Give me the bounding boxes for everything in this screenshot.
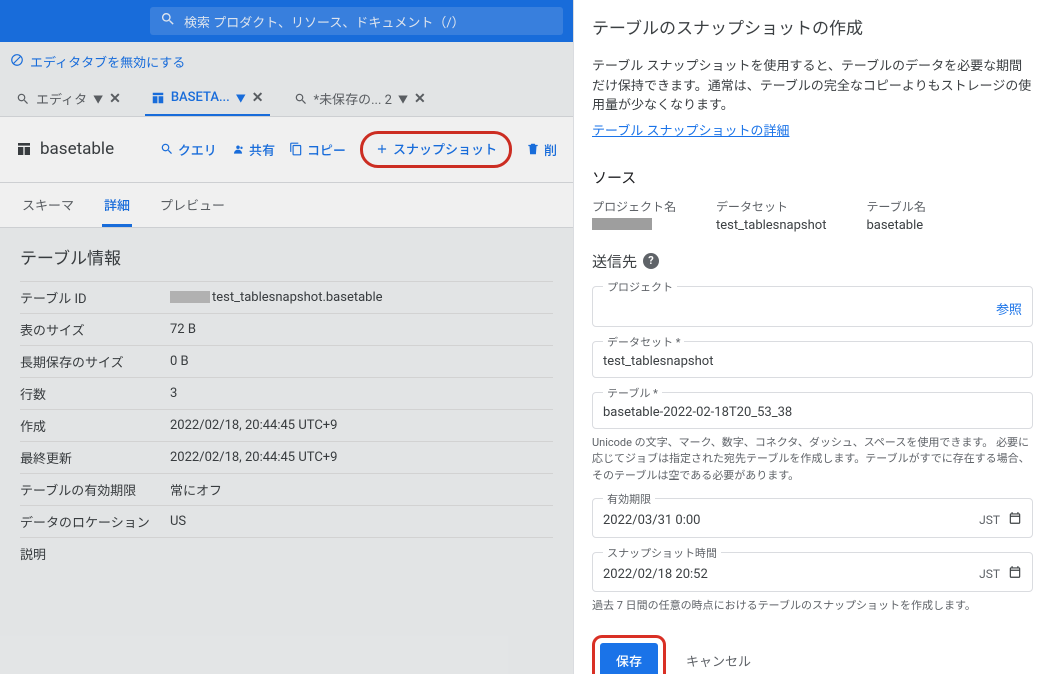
- snapshot-icon: [375, 142, 389, 156]
- table-icon: [151, 91, 165, 105]
- expiration-field[interactable]: 有効期限 2022/03/31 0:00 JST: [592, 498, 1033, 538]
- field-label: テーブル *: [603, 385, 662, 401]
- delete-button[interactable]: 削: [526, 140, 557, 159]
- tab-unsaved[interactable]: *未保存の... 2 ▼ ✕: [288, 81, 432, 116]
- snaptime-helper: 過去 7 日間の任意の時点におけるテーブルのスナップショットを作成します。: [592, 598, 1033, 615]
- subtab-preview[interactable]: プレビュー: [158, 183, 227, 227]
- tz-label: JST: [979, 513, 1000, 527]
- query-button[interactable]: クエリ: [160, 140, 217, 159]
- table-row: 作成2022/02/18, 20:44:45 UTC+9: [20, 409, 553, 441]
- highlight-snapshot: スナップショット: [360, 131, 512, 168]
- redacted: [170, 291, 210, 303]
- redacted: [592, 218, 652, 230]
- table-row: 行数3: [20, 377, 553, 409]
- table-header: basetable クエリ 共有 コピー スナップショット 削: [0, 117, 573, 183]
- table-row: データのロケーションUS: [20, 505, 553, 537]
- field-label: 有効期限: [603, 491, 655, 507]
- cancel-button[interactable]: キャンセル: [686, 651, 751, 670]
- dest-heading: 送信先 ?: [592, 251, 1033, 272]
- table-field[interactable]: テーブル * basetable-2022-02-18T20_53_38: [592, 392, 1033, 429]
- table-value: basetable-2022-02-18T20_53_38: [603, 405, 1022, 420]
- delete-icon: [526, 142, 540, 156]
- search-small-icon: [16, 92, 30, 106]
- calendar-icon[interactable]: [1008, 565, 1022, 583]
- copy-button[interactable]: コピー: [289, 140, 346, 159]
- tabs-row: エディタ ▼ ✕ BASETA... ▼ ✕ *未保存の... 2 ▼ ✕: [0, 77, 573, 117]
- search-icon: [160, 142, 174, 156]
- chevron-down-icon: ▼: [93, 91, 103, 106]
- main-content-dimmed: 検索 プロダクト、リソース、ドキュメント（/） エディタタブを無効にする エディ…: [0, 0, 573, 674]
- snaptime-value: 2022/02/18 20:52: [603, 567, 979, 582]
- source-project: プロジェクト名: [592, 198, 676, 233]
- table-row: テーブル IDtest_tablesnapshot.basetable: [20, 281, 553, 313]
- actions: 保存 キャンセル: [592, 635, 1033, 674]
- subtabs: スキーマ 詳細 プレビュー: [0, 183, 573, 228]
- info-title: テーブル情報: [20, 244, 553, 281]
- field-label: スナップショット時間: [603, 545, 721, 561]
- source-heading: ソース: [592, 167, 1033, 188]
- close-icon[interactable]: ✕: [252, 90, 264, 106]
- share-icon: [231, 142, 245, 156]
- tab-basetable[interactable]: BASETA... ▼ ✕: [145, 82, 270, 116]
- source-grid: プロジェクト名 データセット test_tablesnapshot テーブル名 …: [592, 198, 1033, 233]
- project-field[interactable]: プロジェクト 参照: [592, 286, 1033, 327]
- panel-description: テーブル スナップショットを使用すると、テーブルのデータを必要な期間だけ保持でき…: [592, 57, 1033, 116]
- search-small-icon: [294, 92, 308, 106]
- snaptime-field[interactable]: スナップショット時間 2022/02/18 20:52 JST: [592, 552, 1033, 592]
- close-icon[interactable]: ✕: [414, 91, 426, 107]
- snapshot-panel: テーブルのスナップショットの作成 テーブル スナップショットを使用すると、テーブ…: [573, 0, 1053, 674]
- field-label: データセット *: [603, 334, 684, 350]
- editor-disable-label: エディタタブを無効にする: [30, 52, 185, 71]
- top-bar: 検索 プロダクト、リソース、ドキュメント（/）: [0, 0, 573, 42]
- table-row: 説明: [20, 537, 553, 569]
- dataset-field[interactable]: データセット * test_tablesnapshot: [592, 341, 1033, 378]
- copy-icon: [289, 142, 303, 156]
- table-row: テーブルの有効期限常にオフ: [20, 473, 553, 505]
- table-row: 表のサイズ72 B: [20, 313, 553, 345]
- browse-button[interactable]: 参照: [996, 299, 1022, 318]
- save-button[interactable]: 保存: [600, 643, 658, 674]
- tz-label: JST: [979, 567, 1000, 581]
- field-label: プロジェクト: [603, 279, 677, 295]
- learn-more-link[interactable]: テーブル スナップショットの詳細: [592, 120, 789, 139]
- highlight-save: 保存: [592, 635, 666, 674]
- search-icon: [160, 11, 176, 31]
- info-section: テーブル情報 テーブル IDtest_tablesnapshot.basetab…: [0, 228, 573, 585]
- source-table: テーブル名 basetable: [866, 198, 925, 233]
- dataset-value: test_tablesnapshot: [603, 354, 1022, 369]
- table-row: 最終更新2022/02/18, 20:44:45 UTC+9: [20, 441, 553, 473]
- search-box[interactable]: 検索 プロダクト、リソース、ドキュメント（/）: [150, 7, 563, 35]
- calendar-icon[interactable]: [1008, 511, 1022, 529]
- block-icon: [10, 53, 24, 71]
- info-table: テーブル IDtest_tablesnapshot.basetable 表のサイ…: [20, 281, 553, 569]
- snapshot-button[interactable]: スナップショット: [375, 139, 497, 158]
- search-placeholder: 検索 プロダクト、リソース、ドキュメント（/）: [184, 12, 465, 31]
- panel-title: テーブルのスナップショットの作成: [592, 14, 1033, 39]
- table-row: 長期保存のサイズ0 B: [20, 345, 553, 377]
- subtab-details[interactable]: 詳細: [102, 183, 132, 227]
- subtab-schema[interactable]: スキーマ: [20, 183, 76, 227]
- editor-disable-link[interactable]: エディタタブを無効にする: [0, 42, 573, 77]
- expiration-value: 2022/03/31 0:00: [603, 513, 979, 528]
- table-title: basetable: [16, 139, 146, 159]
- close-icon[interactable]: ✕: [109, 91, 121, 107]
- share-button[interactable]: 共有: [231, 140, 275, 159]
- chevron-down-icon: ▼: [236, 90, 246, 105]
- table-icon: [16, 141, 32, 157]
- table-helper: Unicode の文字、マーク、数字、コネクタ、ダッシュ、スペースを使用できます…: [592, 435, 1033, 485]
- help-icon[interactable]: ?: [643, 253, 659, 269]
- source-dataset: データセット test_tablesnapshot: [716, 198, 826, 233]
- tab-editor[interactable]: エディタ ▼ ✕: [10, 81, 127, 116]
- chevron-down-icon: ▼: [398, 91, 408, 106]
